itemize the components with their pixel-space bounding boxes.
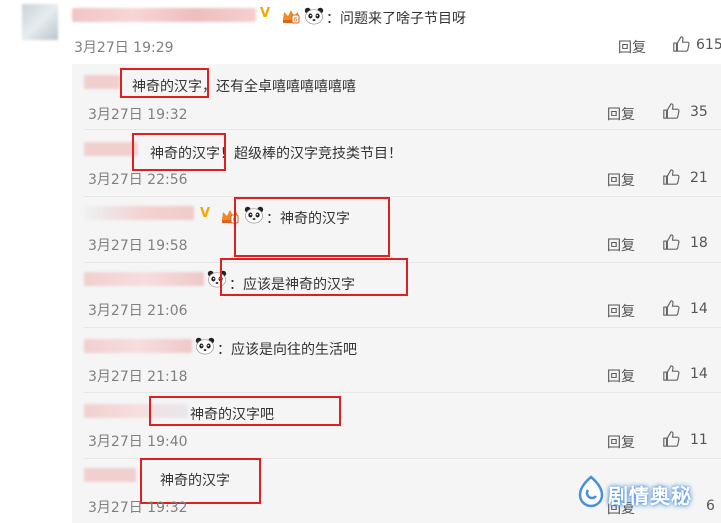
thumbs-up-icon[interactable] <box>662 168 680 186</box>
reply-time: 3月27日 21:18 <box>88 369 188 385</box>
reply-button[interactable]: 回复 <box>607 235 635 255</box>
comment-time: 3月27日 19:29 <box>74 40 174 56</box>
watermark-logo-icon <box>578 475 604 508</box>
reply-username-blurred[interactable] <box>84 75 120 89</box>
reply-time: 3月27日 19:32 <box>88 500 188 516</box>
reply-time: 3月27日 19:40 <box>88 434 188 450</box>
reply-button[interactable]: 回复 <box>607 104 635 124</box>
highlight-box <box>234 197 390 257</box>
reply-time: 3月27日 19:32 <box>88 107 188 123</box>
thumbs-up-icon[interactable] <box>662 430 680 448</box>
like-count: 18 <box>690 235 708 251</box>
crown-badge-icon <box>282 8 300 24</box>
reply-time: 3月27日 21:06 <box>88 303 188 319</box>
v-verified-icon: V <box>260 6 271 21</box>
thumbs-up-icon[interactable] <box>662 364 680 382</box>
panda-emoji-icon <box>304 7 324 25</box>
divider <box>84 196 721 197</box>
user-avatar[interactable] <box>22 4 58 40</box>
username-blurred[interactable] <box>72 8 256 22</box>
thumbs-up-icon[interactable] <box>662 102 680 120</box>
reply-button[interactable]: 回复 <box>607 301 635 321</box>
watermark-text: 剧情奥秘 <box>608 484 692 508</box>
like-count: 11 <box>690 432 708 448</box>
reply-text: ：应该是向往的生活吧 <box>217 342 357 358</box>
reply-username-blurred[interactable] <box>84 339 192 353</box>
reply-username-blurred[interactable] <box>84 468 136 482</box>
v-verified-icon: V <box>200 206 211 221</box>
thumbs-up-icon[interactable] <box>662 299 680 317</box>
reply-username-blurred[interactable] <box>84 272 204 286</box>
panda-emoji-icon <box>195 337 215 355</box>
divider <box>84 392 721 393</box>
divider <box>84 129 721 130</box>
reply-button[interactable]: 回复 <box>607 366 635 386</box>
reply-button[interactable]: 回复 <box>618 37 646 57</box>
highlight-box <box>220 258 408 296</box>
reply-button[interactable]: 回复 <box>607 432 635 452</box>
highlight-box <box>149 396 341 426</box>
like-count: 35 <box>690 104 708 120</box>
like-count: 615 <box>696 37 721 53</box>
watermark: 剧情奥秘 <box>568 470 718 516</box>
like-count: 14 <box>690 301 708 317</box>
reply-username-blurred[interactable] <box>84 206 194 220</box>
like-count: 14 <box>690 366 708 382</box>
thumbs-up-icon[interactable] <box>662 233 680 251</box>
reply-time: 3月27日 19:58 <box>88 238 188 254</box>
divider <box>84 327 721 328</box>
reply-username-blurred[interactable] <box>84 142 138 156</box>
highlight-box <box>132 133 226 171</box>
reply-button[interactable]: 回复 <box>607 170 635 190</box>
comment-text: ：问题来了啥子节目呀 <box>326 11 466 27</box>
reply-time: 3月27日 22:56 <box>88 172 188 188</box>
highlight-box <box>120 68 209 98</box>
thumbs-up-icon[interactable] <box>672 35 690 53</box>
like-count: 21 <box>690 170 708 186</box>
